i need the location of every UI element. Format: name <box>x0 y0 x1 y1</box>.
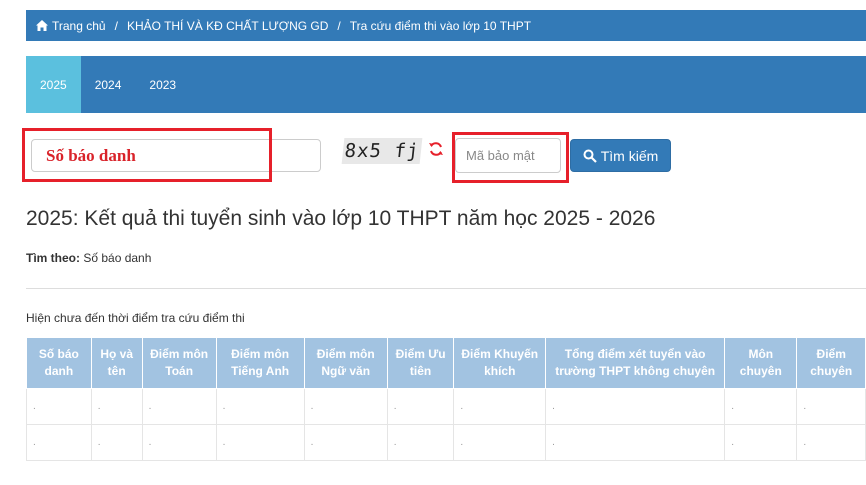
table-cell: . <box>796 424 866 461</box>
column-header: Điểm Ưu tiên <box>386 337 455 389</box>
column-header: Điểm Khuyến khích <box>453 337 547 389</box>
table-cell: . <box>724 388 798 425</box>
breadcrumb-item-khao-thi[interactable]: KHẢO THÍ VÀ KĐ CHẤT LƯỢNG GD <box>127 19 328 33</box>
table-cell: . <box>303 388 388 425</box>
column-header: Tổng điểm xét tuyển vào trường THPT khôn… <box>545 337 726 389</box>
table-cell: . <box>26 424 92 461</box>
breadcrumb-item-current: Tra cứu điểm thi vào lớp 10 THPT <box>349 18 532 33</box>
table-cell: . <box>453 424 547 461</box>
table-cell: . <box>90 424 143 461</box>
table-cell: . <box>215 424 305 461</box>
column-header: Điểm môn Ngữ văn <box>303 337 388 389</box>
column-header: Điểm chuyên <box>796 337 866 389</box>
home-icon <box>36 20 48 31</box>
table-cell: . <box>90 388 143 425</box>
breadcrumb-separator: / <box>114 18 118 33</box>
search-button[interactable]: Tìm kiếm <box>570 139 671 172</box>
table-cell: . <box>453 388 547 425</box>
search-button-label: Tìm kiếm <box>600 147 659 164</box>
table-header-row: Số báo danh Họ và tên Điểm môn Toán Điểm… <box>26 337 866 389</box>
table-cell: . <box>215 388 305 425</box>
breadcrumb-separator: / <box>337 18 341 33</box>
score-table: Số báo danh Họ và tên Điểm môn Toán Điểm… <box>26 337 866 461</box>
tab-year-2023[interactable]: 2023 <box>135 56 190 113</box>
table-cell: . <box>796 388 866 425</box>
table-cell: . <box>386 424 455 461</box>
highlight-box-student-id <box>22 128 272 182</box>
column-header: Số báo danh <box>26 337 92 389</box>
search-filter-info: Tìm theo: Số báo danh <box>26 251 151 265</box>
table-cell: . <box>545 388 726 425</box>
breadcrumb-home-link[interactable]: Trang chủ <box>52 19 106 33</box>
table-cell: . <box>386 388 455 425</box>
highlight-box-security-code <box>452 132 569 183</box>
breadcrumb: Trang chủ / KHẢO THÍ VÀ KĐ CHẤT LƯỢNG GD… <box>26 10 866 41</box>
filter-value: Số báo danh <box>83 251 152 265</box>
tab-year-2025[interactable]: 2025 <box>26 56 81 113</box>
column-header: Môn chuyên <box>724 337 798 389</box>
table-cell: . <box>303 424 388 461</box>
refresh-icon[interactable] <box>428 141 444 157</box>
page-title: 2025: Kết quả thi tuyển sinh vào lớp 10 … <box>26 207 656 230</box>
table-cell: . <box>26 388 92 425</box>
tab-year-2024[interactable]: 2024 <box>81 56 136 113</box>
filter-label: Tìm theo: <box>26 251 80 265</box>
search-icon <box>583 149 597 163</box>
table-cell: . <box>141 388 217 425</box>
table-cell: . <box>141 424 217 461</box>
divider <box>26 288 866 289</box>
column-header: Điểm môn Toán <box>141 337 217 389</box>
table-cell: . <box>724 424 798 461</box>
notice-text: Hiện chưa đến thời điểm tra cứu điểm thi <box>26 311 245 325</box>
table-row: . . . . . . . . . . <box>26 388 866 425</box>
column-header: Họ và tên <box>90 337 143 389</box>
year-tabs: 2025 2024 2023 <box>26 56 866 113</box>
table-cell: . <box>545 424 726 461</box>
column-header: Điểm môn Tiếng Anh <box>215 337 305 389</box>
table-row: . . . . . . . . . . <box>26 424 866 461</box>
captcha-image: 8x5 fj <box>341 138 423 164</box>
